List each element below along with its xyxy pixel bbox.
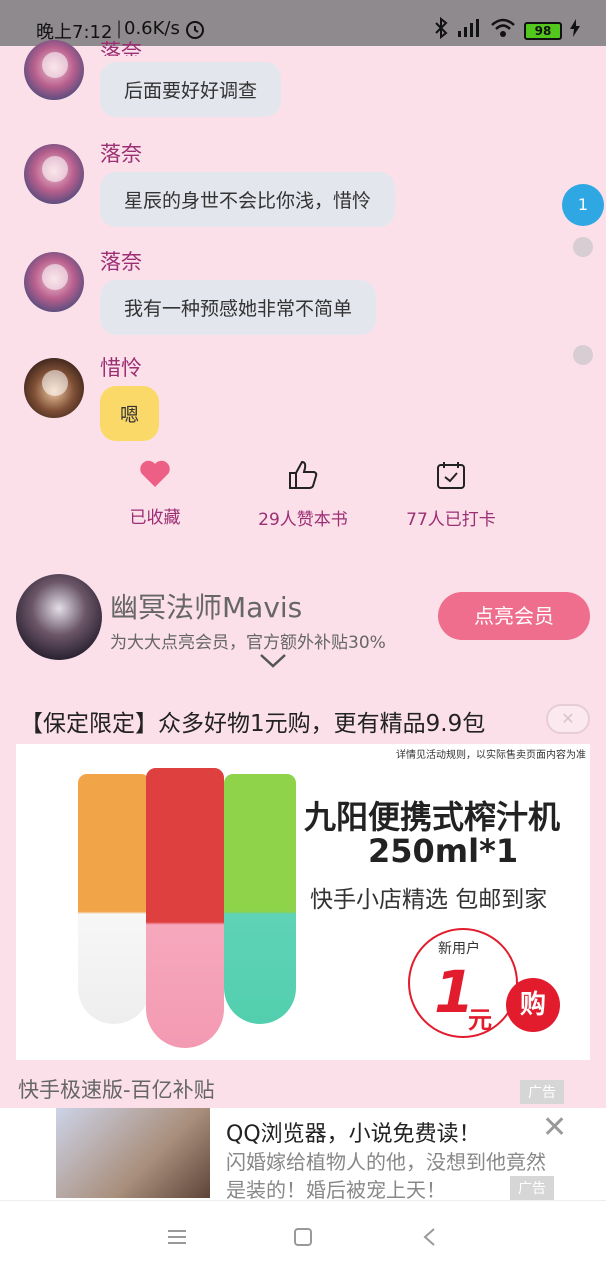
author-avatar[interactable] xyxy=(16,574,102,660)
juicer-bottle-green xyxy=(224,774,296,1024)
checkin-button[interactable]: 77人已打卡 xyxy=(376,460,526,530)
sender-name: 落奈 xyxy=(100,142,142,166)
heart-icon xyxy=(139,460,171,493)
juicer-bottle-orange xyxy=(78,774,150,1024)
bluetooth-icon xyxy=(434,16,448,44)
progress-dot[interactable] xyxy=(573,237,593,257)
ad-close-button[interactable]: ✕ xyxy=(546,704,590,734)
message-bubble[interactable]: 星辰的身世不会比你浅，惜怜 xyxy=(100,172,396,227)
ad-headline-size: 250ml*1 xyxy=(368,832,519,870)
ad-tagline: 快手小店精选 包邮到家 xyxy=(310,887,548,913)
price-unit: 元 xyxy=(468,1006,492,1034)
activate-member-button[interactable]: 点亮会员 xyxy=(438,592,590,640)
message-bubble[interactable]: 后面要好好调查 xyxy=(100,62,282,117)
ad-source[interactable]: 快手极速版-百亿补贴 xyxy=(18,1074,215,1104)
sender-name: 惜怜 xyxy=(100,356,142,380)
ad-banner-image[interactable]: 详情见活动规则，以实际售卖页面内容为准 九阳便携式榨汁机 250ml*1 快手小… xyxy=(16,744,590,1060)
sender-name: 落奈 xyxy=(100,250,142,274)
avatar-luonai[interactable] xyxy=(24,252,84,312)
ad-tag: 广告 xyxy=(520,1080,564,1104)
battery-level: 98 xyxy=(534,23,552,38)
bottom-ad[interactable]: QQ浏览器，小说免费读！ 闪婚嫁给植物人的他，没想到他竟然是装的！婚后被宠上天！… xyxy=(0,1108,606,1200)
avatar-luonai[interactable] xyxy=(24,40,84,100)
like-button[interactable]: 29人赞本书 xyxy=(228,460,378,530)
ad-title: QQ浏览器，小说免费读！ xyxy=(226,1122,481,1147)
charging-icon xyxy=(570,19,580,42)
buy-badge[interactable]: 购 xyxy=(506,978,560,1032)
ad-title[interactable]: 【保定限定】众多好物1元购，更有精品9.9包 xyxy=(20,704,485,738)
hd-signal-icon xyxy=(456,17,482,44)
wifi-icon xyxy=(490,17,516,44)
member-promo: 幽冥法师Mavis 为大大点亮会员，官方额外补贴30% 点亮会员 xyxy=(0,570,606,680)
progress-dot[interactable] xyxy=(573,345,593,365)
thumbs-up-icon xyxy=(287,460,319,495)
favorite-button[interactable]: 已收藏 xyxy=(80,460,230,528)
ad-description: 闪婚嫁给植物人的他，没想到他竟然是装的！婚后被宠上天！ xyxy=(226,1150,546,1200)
ad-tag: 广告 xyxy=(510,1176,554,1200)
chat-message: 落奈 我有一种预感她非常不简单 xyxy=(24,250,377,335)
unread-badge[interactable]: 1 xyxy=(562,184,604,226)
avatar-luonai[interactable] xyxy=(24,144,84,204)
member-subtitle: 为大大点亮会员，官方额外补贴30% xyxy=(110,633,386,653)
chevron-down-icon[interactable] xyxy=(258,652,288,674)
message-bubble[interactable]: 嗯 xyxy=(100,386,160,441)
message-bubble[interactable]: 我有一种预感她非常不简单 xyxy=(100,280,377,335)
sender-name: 落奈 xyxy=(100,40,142,56)
like-label: 29人赞本书 xyxy=(258,510,348,530)
chat-message: 落奈 后面要好好调查 xyxy=(24,40,282,117)
back-icon[interactable] xyxy=(422,1227,436,1253)
book-actions: 已收藏 29人赞本书 77人已打卡 xyxy=(0,460,606,530)
avatar-xilian[interactable] xyxy=(24,358,84,418)
calendar-check-icon xyxy=(435,462,467,495)
battery-icon: 98 xyxy=(524,21,562,40)
chat-message: 落奈 星辰的身世不会比你浅，惜怜 xyxy=(24,142,396,227)
checkin-label: 77人已打卡 xyxy=(406,510,496,530)
new-user-label: 新用户 xyxy=(438,941,480,957)
favorite-label: 已收藏 xyxy=(129,508,181,528)
menu-icon[interactable] xyxy=(166,1227,188,1252)
system-nav-bar xyxy=(0,1200,606,1280)
home-icon[interactable] xyxy=(293,1227,313,1253)
ad-fine-print: 详情见活动规则，以实际售卖页面内容为准 xyxy=(396,750,586,761)
ad-thumbnail[interactable] xyxy=(56,1108,210,1198)
juicer-bottle-red xyxy=(146,768,224,1048)
author-name: 幽冥法师Mavis xyxy=(110,591,303,624)
chat-message: 惜怜 嗯 xyxy=(24,356,160,441)
close-icon[interactable]: ✕ xyxy=(542,1110,567,1145)
